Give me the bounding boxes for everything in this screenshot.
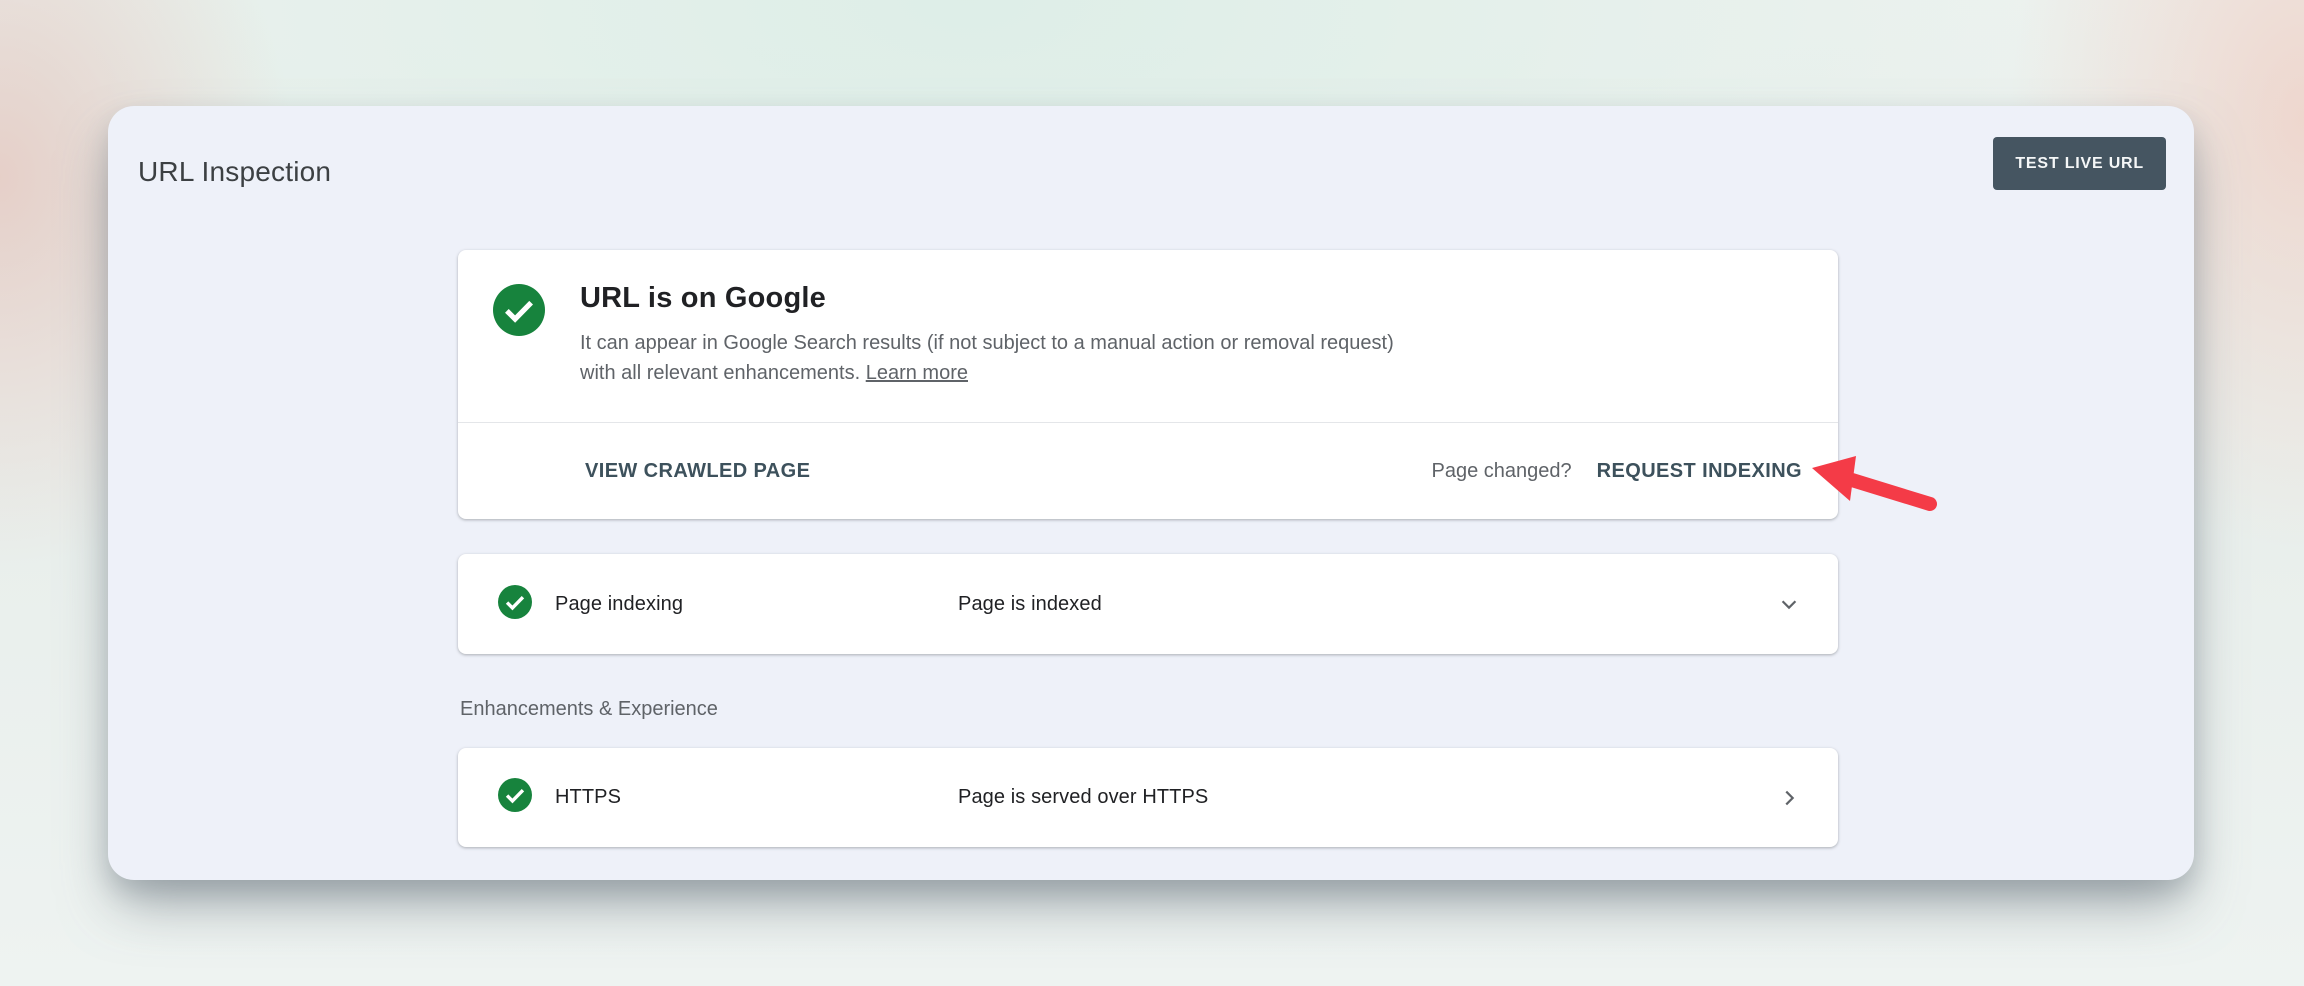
url-status-summary: URL is on Google It can appear in Google…	[458, 250, 1838, 422]
url-status-card: URL is on Google It can appear in Google…	[458, 250, 1838, 519]
spacer	[458, 519, 1838, 554]
inspection-results: URL is on Google It can appear in Google…	[458, 250, 1838, 847]
page-indexing-row[interactable]: Page indexing Page is indexed	[458, 554, 1838, 654]
url-status-actions: VIEW CRAWLED PAGE Page changed? REQUEST …	[458, 422, 1838, 519]
url-status-description-text: It can appear in Google Search results (…	[580, 332, 1394, 384]
url-status-description: It can appear in Google Search results (…	[580, 328, 1418, 388]
chevron-right-icon[interactable]	[1778, 787, 1800, 809]
page-title: URL Inspection	[138, 156, 331, 188]
url-inspection-panel: URL Inspection TEST LIVE URL URL is on G…	[108, 106, 2194, 880]
url-status-text: URL is on Google It can appear in Google…	[580, 282, 1418, 388]
https-label: HTTPS	[555, 786, 621, 809]
chevron-down-icon[interactable]	[1778, 593, 1800, 615]
page-indexing-status: Page is indexed	[958, 593, 1102, 616]
url-status-title: URL is on Google	[580, 282, 1418, 315]
check-circle-icon	[498, 585, 532, 624]
page-indexing-label: Page indexing	[555, 593, 683, 616]
request-indexing-group: Page changed? REQUEST INDEXING	[1432, 460, 1802, 483]
enhancements-section-label: Enhancements & Experience	[460, 698, 1838, 721]
check-circle-icon	[493, 284, 545, 341]
learn-more-link[interactable]: Learn more	[866, 362, 968, 384]
check-circle-icon	[498, 778, 532, 817]
https-row[interactable]: HTTPS Page is served over HTTPS	[458, 748, 1838, 847]
page-changed-label: Page changed?	[1432, 460, 1572, 483]
test-live-url-button[interactable]: TEST LIVE URL	[1993, 137, 2166, 190]
view-crawled-page-button[interactable]: VIEW CRAWLED PAGE	[585, 460, 810, 483]
request-indexing-button[interactable]: REQUEST INDEXING	[1597, 460, 1802, 483]
https-status: Page is served over HTTPS	[958, 786, 1208, 809]
